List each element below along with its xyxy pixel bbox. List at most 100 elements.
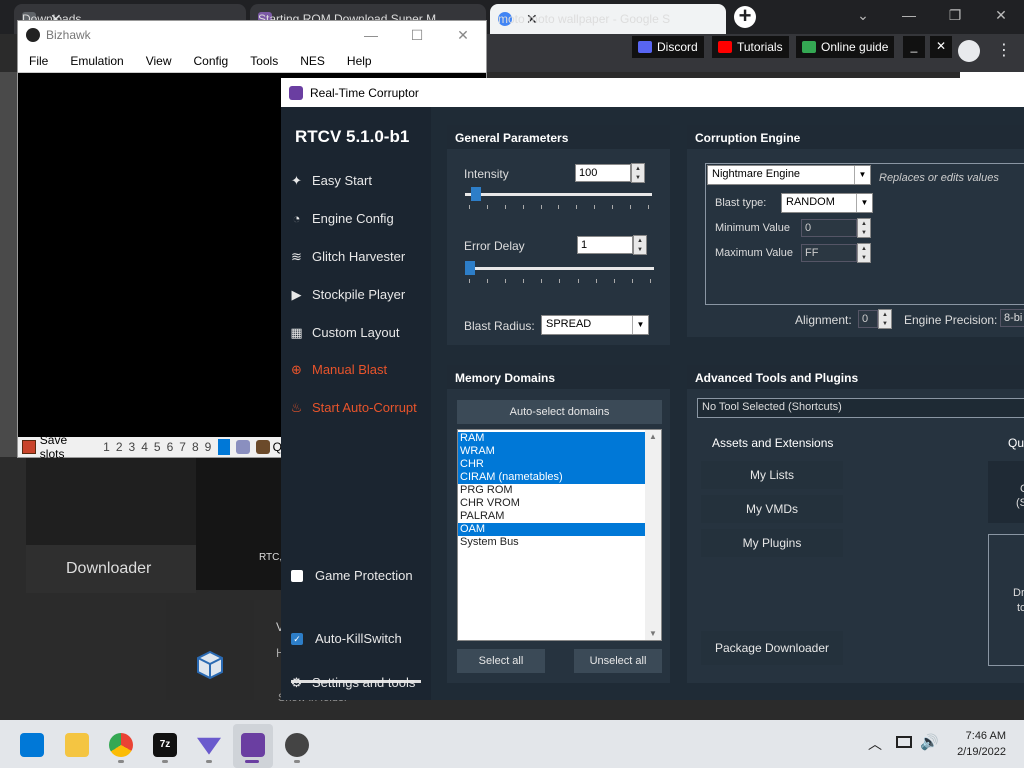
minimize-icon[interactable]: — (886, 0, 932, 34)
sidebar-item-easy-start[interactable]: ✦ Easy Start (289, 173, 372, 189)
minimize-button[interactable]: _ (903, 36, 925, 58)
maximum-value-spinner[interactable]: ▲ ▼ (857, 243, 871, 263)
select-all-button[interactable]: Select all (457, 649, 545, 673)
memory-domains-list[interactable]: RAM WRAM CHR CIRAM (nametables) PRG ROM … (457, 429, 662, 641)
list-item[interactable]: WRAM (458, 445, 646, 458)
file-explorer-icon[interactable] (65, 733, 89, 757)
sidebar-item-engine-config[interactable]: ◔ Engine Config (289, 211, 394, 226)
intensity-spinner[interactable]: ▲ ▼ (631, 163, 645, 183)
save-slot[interactable]: 9 (202, 440, 215, 454)
game-protection-checkbox[interactable] (291, 569, 303, 582)
close-icon[interactable]: ✕ (440, 27, 486, 44)
quick-tile[interactable]: C (S (988, 461, 1024, 523)
error-delay-spinner[interactable]: ▲ ▼ (633, 235, 647, 255)
sidebar-item-glitch-harvester[interactable]: ≋ Glitch Harvester (289, 249, 405, 265)
engine-precision-select[interactable]: 8-bi (1000, 309, 1024, 327)
close-button[interactable]: ✕ (930, 36, 952, 58)
bookmark-discord[interactable]: Discord (632, 36, 704, 58)
chevron-down-icon[interactable]: ⌄ (840, 0, 886, 34)
my-vmds-button[interactable]: My VMDs (701, 495, 843, 523)
blast-radius-select[interactable]: SPREAD ▼ (541, 315, 649, 335)
intensity-slider-track[interactable] (465, 193, 652, 196)
alignment-input[interactable]: 0 (858, 310, 878, 328)
save-slot[interactable]: 6 (164, 440, 177, 454)
save-slot[interactable]: 4 (138, 440, 151, 454)
rtc-thumbnail[interactable] (196, 455, 286, 590)
sidebar-item-custom-layout[interactable]: ▦ Custom Layout (289, 325, 399, 341)
auto-killswitch-checkbox[interactable]: ✓ (291, 632, 303, 645)
bizhawk-icon[interactable] (285, 733, 309, 757)
save-slot-selected[interactable] (218, 439, 231, 455)
maximize-icon[interactable]: ☐ (394, 27, 440, 44)
error-delay-slider-handle[interactable] (465, 261, 475, 275)
intensity-slider-handle[interactable] (471, 187, 481, 201)
list-item[interactable]: PRG ROM (458, 484, 646, 497)
network-icon[interactable] (896, 736, 912, 748)
list-item[interactable]: PALRAM (458, 510, 646, 523)
list-item[interactable]: System Bus (458, 536, 646, 549)
7zip-icon[interactable]: 7z (153, 733, 177, 757)
save-slot[interactable]: 3 (126, 440, 139, 454)
person-icon[interactable] (255, 440, 270, 454)
menu-file[interactable]: File (18, 54, 59, 68)
error-delay-input[interactable]: 1 (577, 236, 633, 254)
list-item[interactable]: CHR VROM (458, 497, 646, 510)
menu-view[interactable]: View (135, 54, 183, 68)
alignment-spinner[interactable]: ▲ ▼ (878, 309, 892, 329)
sidebar-item-auto-corrupt[interactable]: ♨ Start Auto-Corrupt (289, 400, 417, 416)
list-item[interactable]: CHR (458, 458, 646, 471)
controller-icon[interactable] (236, 440, 250, 454)
minimize-icon[interactable]: — (348, 27, 394, 44)
package-downloader-button[interactable]: Package Downloader (701, 631, 843, 665)
clock-time[interactable]: 7:46 AM (950, 730, 1006, 742)
game-protection-toggle[interactable]: Game Protection (291, 568, 413, 583)
restore-icon[interactable]: ❐ (932, 0, 978, 34)
minimum-value-spinner[interactable]: ▲ ▼ (857, 218, 871, 238)
maximum-value-input[interactable]: FF (801, 244, 857, 262)
save-slot[interactable]: 8 (189, 440, 202, 454)
engine-select[interactable]: Nightmare Engine ▼ (707, 165, 871, 185)
my-plugins-button[interactable]: My Plugins (701, 529, 843, 557)
rtcv-icon[interactable] (241, 733, 265, 757)
close-icon[interactable]: ✕ (978, 0, 1024, 34)
tool-shortcut-select[interactable]: No Tool Selected (Shortcuts) (697, 398, 1024, 418)
my-lists-button[interactable]: My Lists (701, 461, 843, 489)
save-slot[interactable]: 2 (113, 440, 126, 454)
menu-help[interactable]: Help (336, 54, 383, 68)
list-item[interactable]: CIRAM (nametables) (458, 471, 646, 484)
drop-zone[interactable]: Dra to (988, 534, 1024, 666)
auto-select-domains-button[interactable]: Auto-select domains (457, 400, 662, 424)
sidebar-item-stockpile-player[interactable]: ▶ Stockpile Player (289, 287, 406, 303)
settings-and-tools-button[interactable]: ⚙ Settings and tools (289, 675, 416, 691)
list-scrollbar[interactable]: ▲ ▼ (645, 430, 661, 640)
list-item[interactable]: OAM (458, 523, 646, 536)
profile-avatar-icon[interactable] (958, 40, 980, 62)
error-delay-slider-track[interactable] (465, 267, 654, 270)
menu-emulation[interactable]: Emulation (59, 54, 134, 68)
downloader-thumbnail[interactable] (26, 455, 196, 545)
new-tab-button[interactable]: + (734, 5, 756, 28)
list-item[interactable]: RAM (458, 432, 646, 445)
chrome-icon[interactable] (109, 733, 133, 757)
menu-tools[interactable]: Tools (239, 54, 289, 68)
scroll-down-icon[interactable]: ▼ (645, 629, 661, 638)
blast-type-select[interactable]: RANDOM ▼ (781, 193, 873, 213)
minimum-value-input[interactable]: 0 (801, 219, 857, 237)
intensity-input[interactable]: 100 (575, 164, 631, 182)
menu-config[interactable]: Config (183, 54, 240, 68)
start-icon[interactable] (20, 733, 44, 757)
menu-nes[interactable]: NES (289, 54, 336, 68)
auto-killswitch-toggle[interactable]: ✓ Auto-KillSwitch (291, 631, 402, 646)
chevron-up-icon[interactable]: ︿ (868, 734, 882, 754)
unselect-all-button[interactable]: Unselect all (574, 649, 662, 673)
bookmark-tutorials[interactable]: Tutorials (712, 36, 789, 58)
save-slot[interactable]: 7 (176, 440, 189, 454)
sidebar-item-manual-blast[interactable]: ⊕ Manual Blast (289, 362, 387, 378)
clock-date[interactable]: 2/19/2022 (950, 746, 1006, 758)
scroll-up-icon[interactable]: ▲ (645, 432, 661, 441)
save-slot[interactable]: 5 (151, 440, 164, 454)
more-menu-icon[interactable]: ⋮ (996, 40, 1012, 60)
save-slot[interactable]: 1 (100, 440, 113, 454)
bookmark-online-guide[interactable]: Online guide (796, 36, 895, 58)
volume-icon[interactable]: 🔊 (920, 733, 939, 751)
